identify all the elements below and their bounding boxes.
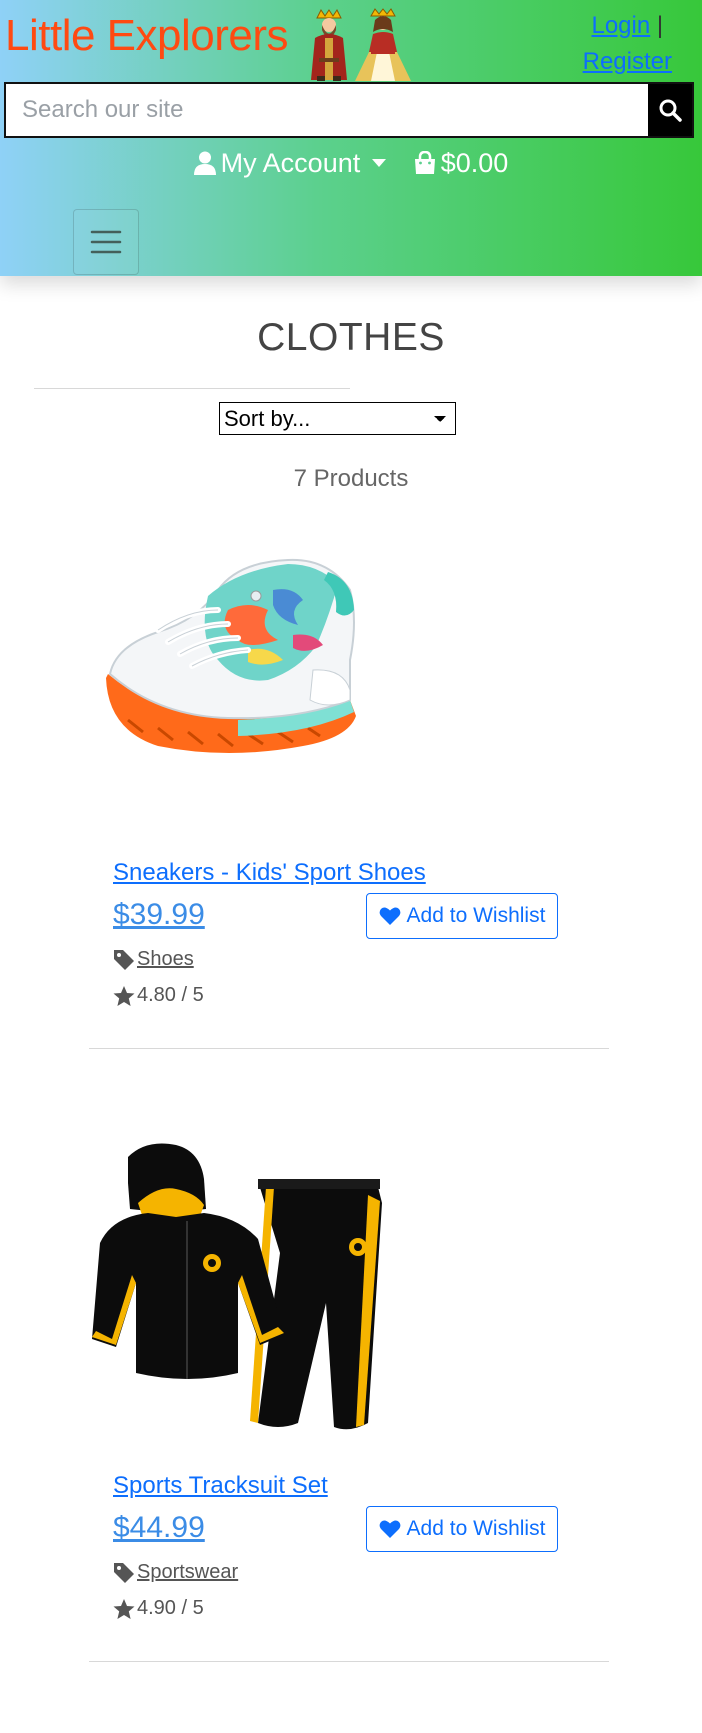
tag-icon bbox=[114, 949, 134, 970]
heart-icon bbox=[379, 907, 400, 925]
product-price[interactable]: $39.99 bbox=[113, 898, 205, 932]
product-name-link[interactable]: Sneakers - Kids' Sport Shoes bbox=[113, 859, 426, 887]
cart-link[interactable]: $0.00 bbox=[414, 145, 509, 181]
auth-links: Login | Register bbox=[583, 8, 672, 80]
menu-toggle-button[interactable] bbox=[73, 209, 139, 275]
account-nav: My Account $0.00 bbox=[0, 145, 702, 184]
product-category: Sportswear bbox=[113, 1561, 238, 1584]
category-link[interactable]: Shoes bbox=[137, 948, 194, 971]
divider bbox=[89, 1048, 609, 1049]
cart-total: $0.00 bbox=[440, 148, 509, 178]
divider bbox=[34, 388, 350, 389]
site-logo[interactable]: Little Explorers bbox=[5, 14, 289, 58]
register-link[interactable]: Register bbox=[583, 48, 672, 75]
rating-value: 4.80 / 5 bbox=[137, 984, 204, 1006]
wishlist-label: Add to Wishlist bbox=[406, 1517, 546, 1540]
category-link[interactable]: Sportswear bbox=[137, 1561, 238, 1584]
product-image[interactable] bbox=[88, 550, 388, 850]
product-count: 7 Products bbox=[293, 465, 409, 492]
heart-icon bbox=[379, 1520, 400, 1538]
site-header: Little Explorers Login | Register Search… bbox=[0, 0, 702, 276]
product-category: Shoes bbox=[113, 948, 194, 971]
login-link[interactable]: Login bbox=[591, 12, 650, 39]
search-input[interactable] bbox=[6, 84, 648, 136]
shopping-bag-icon bbox=[414, 151, 435, 174]
star-icon bbox=[113, 1598, 135, 1619]
search-icon bbox=[659, 99, 682, 122]
wishlist-label: Add to Wishlist bbox=[406, 904, 546, 927]
search-bar bbox=[4, 82, 694, 138]
product-name-link[interactable]: Sports Tracksuit Set bbox=[113, 1472, 328, 1500]
chevron-down-icon bbox=[372, 159, 387, 167]
auth-separator: | bbox=[656, 12, 664, 39]
page-title: CLOTHES bbox=[257, 316, 445, 359]
add-to-wishlist-button[interactable]: Add to Wishlist bbox=[366, 1506, 558, 1552]
search-button[interactable] bbox=[648, 84, 692, 136]
tag-icon bbox=[114, 1562, 134, 1583]
add-to-wishlist-button[interactable]: Add to Wishlist bbox=[366, 893, 558, 939]
sort-control: Sort by... bbox=[219, 402, 456, 435]
product-rating: 4.80 / 5 bbox=[113, 984, 204, 1007]
my-account-dropdown[interactable]: My Account bbox=[193, 145, 387, 181]
sort-select[interactable]: Sort by... bbox=[219, 402, 456, 435]
divider bbox=[89, 1661, 609, 1662]
my-account-label: My Account bbox=[220, 148, 361, 178]
product-image[interactable] bbox=[88, 1143, 388, 1443]
rating-value: 4.90 / 5 bbox=[137, 1597, 204, 1619]
product-price[interactable]: $44.99 bbox=[113, 1511, 205, 1545]
user-icon bbox=[193, 151, 216, 175]
king-queen-icon bbox=[311, 8, 411, 81]
hamburger-icon bbox=[90, 230, 122, 254]
product-rating: 4.90 / 5 bbox=[113, 1597, 204, 1620]
star-icon bbox=[113, 985, 135, 1006]
